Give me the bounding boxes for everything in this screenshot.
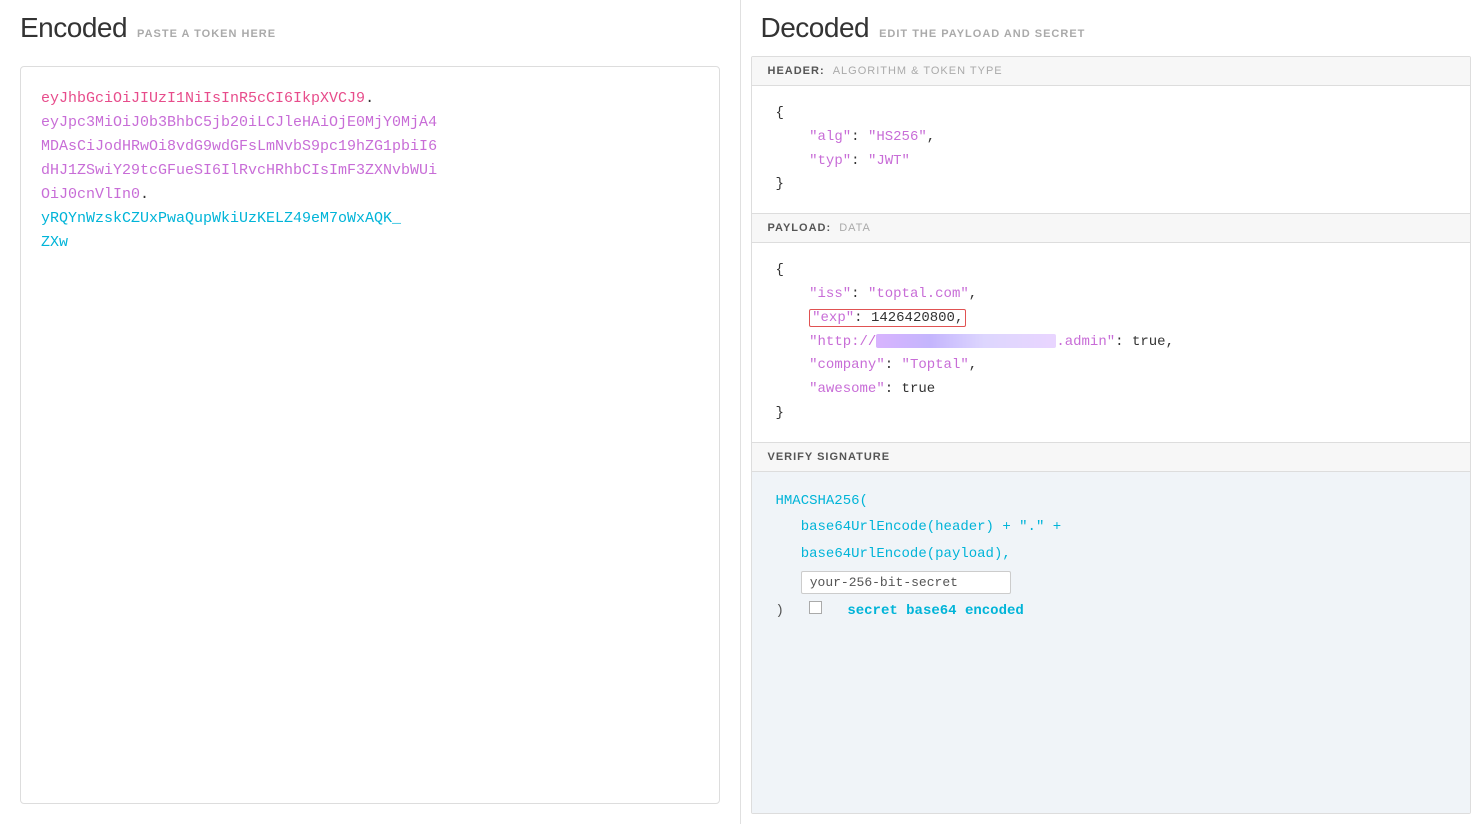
blurred-url <box>876 334 1056 348</box>
left-panel: Encoded PASTE A TOKEN HERE eyJhbGciOiJIU… <box>0 0 741 824</box>
decoded-subtitle: EDIT THE PAYLOAD AND SECRET <box>879 28 1085 40</box>
base64-checkbox[interactable] <box>809 601 822 614</box>
verify-section-label: VERIFY SIGNATURE <box>752 443 1471 472</box>
header-section-content[interactable]: { "alg": "HS256", "typ": "JWT" } <box>752 86 1471 213</box>
right-panel: Decoded EDIT THE PAYLOAD AND SECRET HEAD… <box>741 0 1481 824</box>
header-section-label: HEADER: ALGORITHM & TOKEN TYPE <box>752 57 1471 86</box>
encoded-title: Encoded <box>20 12 127 44</box>
payload-section: PAYLOAD: DATA { "iss": "toptal.com", "ex… <box>752 214 1471 443</box>
decoded-title: Decoded <box>761 12 870 44</box>
secret-input[interactable] <box>801 571 1011 594</box>
token-dot1: . <box>365 90 374 107</box>
encoded-subtitle: PASTE A TOKEN HERE <box>137 28 276 40</box>
hmac-fn: HMACSHA256( <box>776 493 868 509</box>
base64-header-line: base64UrlEncode(header) + "." + <box>801 519 1061 535</box>
token-part3-line2: ZXw <box>41 234 68 251</box>
base64-label: secret base64 encoded <box>847 603 1023 619</box>
token-part2-line3: dHJ1ZSwiY29tcGFueSI6IlRvcHRhbCIsImF3ZXNv… <box>41 162 437 179</box>
encoded-token-area[interactable]: eyJhbGciOiJIUzI1NiIsInR5cCI6IkpXVCJ9. ey… <box>20 66 720 804</box>
closing-paren: ) <box>776 603 784 619</box>
base64-payload-line: base64UrlEncode(payload), <box>801 546 1011 562</box>
main-layout: Encoded PASTE A TOKEN HERE eyJhbGciOiJIU… <box>0 0 1481 824</box>
decoded-header: Decoded EDIT THE PAYLOAD AND SECRET <box>741 0 1481 56</box>
payload-section-label: PAYLOAD: DATA <box>752 214 1471 243</box>
exp-highlighted: "exp": 1426420800, <box>809 309 966 327</box>
token-part2-line4: OiJ0cnVlIn0 <box>41 186 140 203</box>
token-part1: eyJhbGciOiJIUzI1NiIsInR5cCI6IkpXVCJ9 <box>41 90 365 107</box>
token-part2-line1: eyJpc3MiOiJ0b3BhbC5jb20iLCJleHAiOjE0MjY0… <box>41 114 437 131</box>
token-part3-line1: yRQYnWzskCZUxPwaQupWkiUzKELZ49eM7oWxAQK_ <box>41 210 401 227</box>
verify-section: VERIFY SIGNATURE HMACSHA256( base64UrlEn… <box>752 443 1471 813</box>
token-dot2: . <box>140 186 149 203</box>
secret-input-row[interactable] <box>776 570 1447 597</box>
payload-section-content[interactable]: { "iss": "toptal.com", "exp": 1426420800… <box>752 243 1471 442</box>
decoded-sections: HEADER: ALGORITHM & TOKEN TYPE { "alg": … <box>751 56 1472 814</box>
token-part2-line2: MDAsCiJodHRwOi8vdG9wdGFsLmNvbS9pc19hZG1p… <box>41 138 437 155</box>
encoded-header: Encoded PASTE A TOKEN HERE <box>0 0 740 56</box>
verify-content: HMACSHA256( base64UrlEncode(header) + ".… <box>752 472 1471 641</box>
header-section: HEADER: ALGORITHM & TOKEN TYPE { "alg": … <box>752 57 1471 214</box>
